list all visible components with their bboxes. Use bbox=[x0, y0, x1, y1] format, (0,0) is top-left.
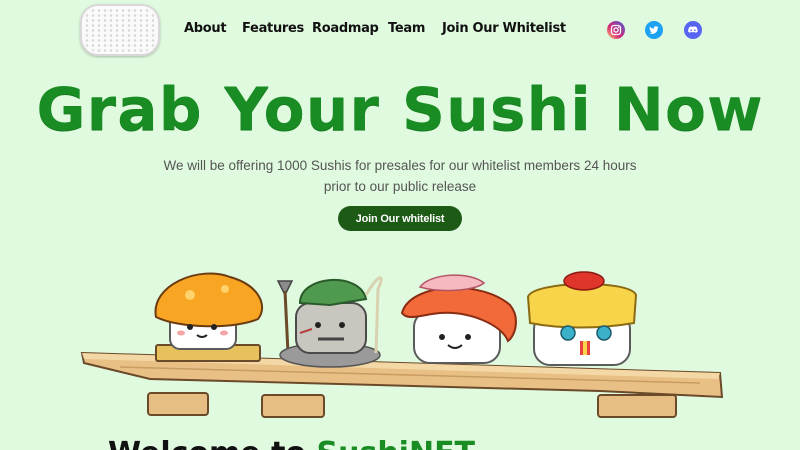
sushi-shelf-illustration bbox=[80, 271, 724, 418]
discord-icon[interactable] bbox=[684, 21, 702, 39]
welcome-heading-accent: SushiNFT bbox=[317, 436, 476, 450]
nav-join-whitelist[interactable]: Join Our Whitelist bbox=[442, 21, 566, 36]
nav-team[interactable]: Team bbox=[388, 21, 425, 36]
welcome-heading: Welcome to SushiNFT bbox=[108, 436, 475, 450]
site-logo[interactable] bbox=[80, 4, 160, 56]
shrimp-sushi bbox=[400, 274, 517, 364]
tamago-sushi bbox=[526, 271, 638, 366]
mushroom-sushi bbox=[154, 272, 263, 362]
nav-features[interactable]: Features bbox=[242, 21, 304, 36]
nav-about[interactable]: About bbox=[184, 21, 227, 36]
join-whitelist-button[interactable]: Join Our whitelist bbox=[338, 206, 462, 231]
hero-title: Grab Your Sushi Now bbox=[36, 75, 764, 145]
nav-roadmap[interactable]: Roadmap bbox=[312, 21, 379, 36]
zombie-sushi bbox=[276, 276, 383, 368]
twitter-icon[interactable] bbox=[645, 21, 663, 39]
welcome-heading-start: Welcome to bbox=[108, 436, 306, 450]
shelf-legs bbox=[147, 392, 677, 418]
instagram-icon[interactable] bbox=[607, 21, 625, 39]
hero-subtitle: We will be offering 1000 Sushis for pres… bbox=[163, 158, 637, 194]
